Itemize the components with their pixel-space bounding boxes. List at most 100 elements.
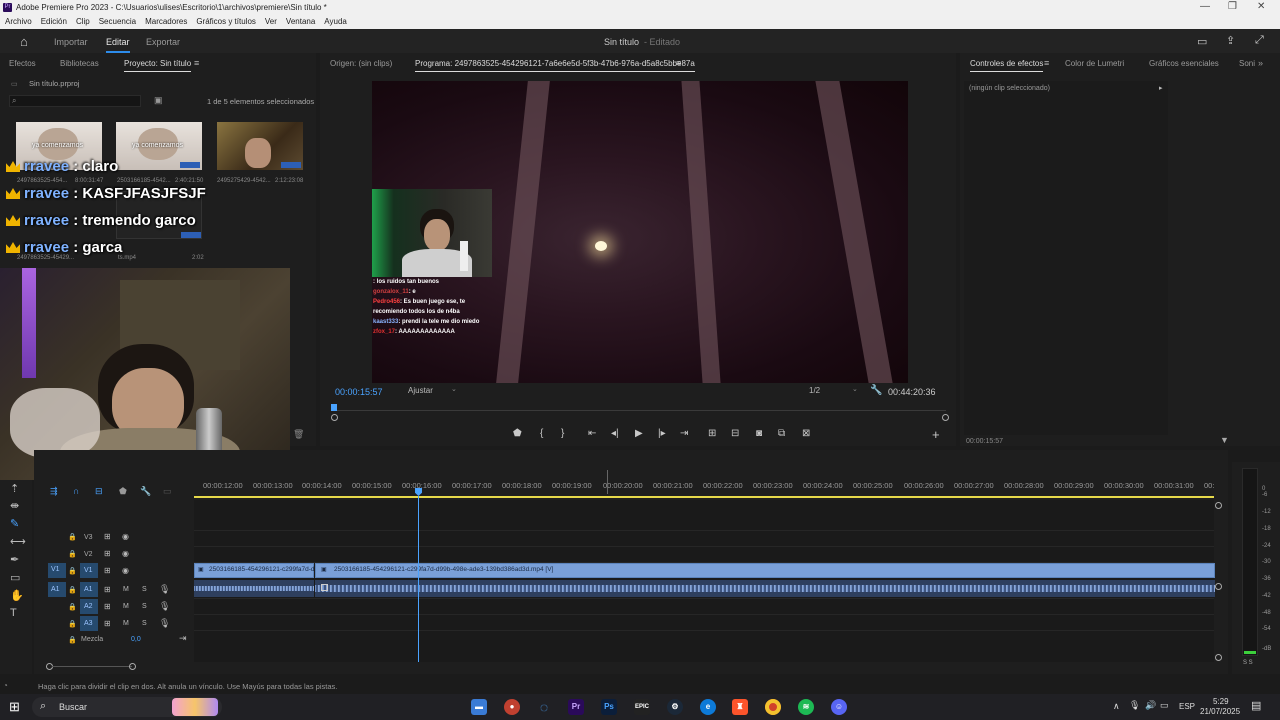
menu-ventana[interactable]: Ventana bbox=[281, 15, 319, 29]
taskbar-cortana-icon[interactable]: ◌ bbox=[536, 699, 552, 715]
razor-tool-icon[interactable]: ✎ bbox=[10, 517, 19, 530]
solo-button[interactable]: S bbox=[142, 620, 147, 627]
comparison-view-icon[interactable]: ⧉ bbox=[778, 428, 785, 439]
menu-marcadores[interactable]: Marcadores bbox=[140, 15, 191, 29]
tab-efectos[interactable]: Efectos bbox=[9, 59, 36, 68]
panel-menu-icon[interactable]: ≡ bbox=[194, 58, 199, 68]
go-to-end-icon[interactable]: ⇥ bbox=[179, 633, 187, 644]
close-icon[interactable]: ✕ bbox=[1257, 1, 1265, 12]
solo-button[interactable]: S bbox=[142, 603, 147, 610]
type-tool-icon[interactable]: T bbox=[10, 607, 17, 619]
proxy-toggle-icon[interactable]: ⊠ bbox=[802, 428, 810, 439]
tab-proyecto[interactable]: Proyecto: Sin título bbox=[124, 59, 192, 72]
video-clip[interactable]: ▣ 2503166185-454296121-c299fa7d-d99b-498… bbox=[315, 563, 1215, 578]
timeline-playhead-line[interactable] bbox=[418, 496, 419, 662]
eye-icon[interactable]: ◉ bbox=[122, 532, 129, 541]
tab-graficos-esenciales[interactable]: Gráficos esenciales bbox=[1149, 59, 1219, 68]
taskbar-epic-games-icon[interactable]: EPIC bbox=[634, 699, 650, 715]
menu-clip[interactable]: Clip bbox=[71, 15, 94, 29]
taskbar-steam-icon[interactable]: ⚙ bbox=[667, 699, 683, 715]
sync-lock-icon[interactable]: ⊞ bbox=[104, 585, 111, 594]
more-panels-icon[interactable]: » bbox=[1258, 58, 1263, 68]
expand-arrow-icon[interactable]: ▸ bbox=[1159, 84, 1163, 92]
monitor-playhead[interactable] bbox=[331, 404, 337, 411]
zoom-handle-left[interactable] bbox=[331, 414, 338, 421]
lock-icon[interactable]: 🔒 bbox=[68, 533, 77, 541]
mute-button[interactable]: M bbox=[123, 586, 129, 593]
horizontal-scrollbar[interactable] bbox=[52, 666, 132, 667]
step-forward-icon[interactable]: |▸ bbox=[658, 428, 666, 439]
thumbnail-clip-3[interactable] bbox=[217, 122, 303, 170]
lock-icon[interactable]: 🔒 bbox=[68, 636, 77, 644]
captions-icon[interactable]: ▭ bbox=[163, 486, 172, 497]
mark-out-icon[interactable]: } bbox=[561, 428, 564, 439]
tab-controles-efectos[interactable]: Controles de efectos bbox=[970, 59, 1044, 72]
sync-lock-icon[interactable]: ⊞ bbox=[104, 602, 111, 611]
trash-icon[interactable]: 🗑 bbox=[293, 429, 304, 440]
thumbnail-clip-2[interactable]: ya comenzamos bbox=[116, 122, 202, 170]
taskbar-obs-icon[interactable]: ● bbox=[504, 699, 520, 715]
timeline-settings-icon[interactable]: 🔧 bbox=[140, 486, 151, 497]
tab-lumetri[interactable]: Color de Lumetri bbox=[1065, 59, 1124, 68]
ripple-tool-icon[interactable]: ⟷ bbox=[10, 535, 26, 548]
horizontal-zoom-handle[interactable] bbox=[129, 663, 136, 670]
tab-bibliotecas[interactable]: Bibliotecas bbox=[60, 59, 99, 68]
add-marker-icon[interactable]: ⬟ bbox=[513, 428, 522, 439]
rectangle-tool-icon[interactable]: ▭ bbox=[10, 571, 20, 584]
extract-icon[interactable]: ⊟ bbox=[731, 428, 739, 439]
button-editor-icon[interactable]: + bbox=[932, 427, 940, 442]
sync-lock-icon[interactable]: ⊞ bbox=[104, 532, 111, 541]
meter-solo-buttons[interactable]: S S bbox=[1243, 660, 1253, 666]
vertical-scroll-handle[interactable] bbox=[1215, 502, 1222, 509]
menu-archivo[interactable]: Archivo bbox=[0, 15, 36, 29]
clock-date[interactable]: 21/07/2025 bbox=[1200, 707, 1240, 716]
video-clip[interactable]: ▣ 2503166185-454296121-c299fa7d-d9 bbox=[194, 563, 318, 578]
tab-programa[interactable]: Programa: 2497863525-454296121-7a6e6e5d-… bbox=[415, 59, 695, 72]
fit-dropdown[interactable]: Ajustar ⌄ bbox=[404, 385, 460, 397]
mark-in-icon[interactable]: { bbox=[540, 428, 543, 439]
eye-icon[interactable]: ◉ bbox=[122, 549, 129, 558]
clock-time[interactable]: 5:29 bbox=[1213, 697, 1229, 706]
mute-button[interactable]: M bbox=[123, 603, 129, 610]
taskbar-spotify-icon[interactable]: ≋ bbox=[798, 699, 814, 715]
vertical-scroll-handle[interactable] bbox=[1215, 583, 1222, 590]
nest-toggle-icon[interactable]: ⇶ bbox=[50, 486, 58, 497]
mix-value[interactable]: 0,0 bbox=[131, 636, 141, 643]
audio-clip[interactable] bbox=[194, 580, 314, 597]
windows-start-icon[interactable]: ⊞ bbox=[9, 699, 20, 715]
menu-secuencia[interactable]: Secuencia bbox=[94, 15, 140, 29]
eye-icon[interactable]: ◉ bbox=[122, 566, 129, 575]
microphone-icon[interactable]: 🎙 bbox=[159, 601, 170, 612]
language-indicator[interactable]: ESP bbox=[1179, 702, 1195, 711]
menu-edicion[interactable]: Edición bbox=[36, 15, 71, 29]
tray-overflow-icon[interactable]: ∧ bbox=[1113, 701, 1120, 712]
search-input[interactable]: ⌕ bbox=[9, 95, 141, 107]
restore-icon[interactable]: ❐ bbox=[1228, 1, 1237, 12]
tab-origen[interactable]: Origen: (sin clips) bbox=[330, 59, 392, 68]
add-marker-timeline-icon[interactable]: ⬟ bbox=[119, 486, 127, 497]
track-select-icon[interactable]: ⇼ bbox=[10, 499, 19, 512]
sync-lock-icon[interactable]: ⊞ bbox=[104, 549, 111, 558]
tab-importar[interactable]: Importar bbox=[54, 37, 88, 47]
minimize-icon[interactable]: — bbox=[1200, 1, 1210, 12]
snap-icon[interactable]: ∩ bbox=[73, 486, 79, 496]
lift-icon[interactable]: ⊞ bbox=[708, 428, 716, 439]
tab-exportar[interactable]: Exportar bbox=[146, 37, 180, 47]
monitor-scrub-bar[interactable] bbox=[334, 410, 946, 411]
resolution-dropdown[interactable]: 1/2 ⌄ bbox=[806, 385, 862, 397]
taskbar-file-explorer-icon[interactable]: ▬ bbox=[471, 699, 487, 715]
clip-keyframe-icon[interactable] bbox=[321, 584, 328, 591]
mute-button[interactable]: M bbox=[123, 620, 129, 627]
microphone-icon[interactable]: 🎙 bbox=[159, 618, 170, 629]
go-to-out-icon[interactable]: ⇥ bbox=[680, 428, 688, 439]
panel-layout-icon[interactable]: ▭ bbox=[1197, 35, 1207, 48]
work-area-bar[interactable] bbox=[194, 496, 1214, 498]
play-icon[interactable]: ▶ bbox=[635, 428, 643, 439]
taskbar-search[interactable]: ⌕ Buscar bbox=[32, 697, 222, 717]
home-icon[interactable]: ⌂ bbox=[20, 34, 28, 49]
hand-tool-icon[interactable]: ✋ bbox=[10, 589, 24, 602]
audio-clip[interactable] bbox=[315, 580, 1215, 597]
solo-button[interactable]: S bbox=[142, 586, 147, 593]
menu-ver[interactable]: Ver bbox=[260, 15, 281, 29]
step-back-icon[interactable]: ◂| bbox=[611, 428, 619, 439]
